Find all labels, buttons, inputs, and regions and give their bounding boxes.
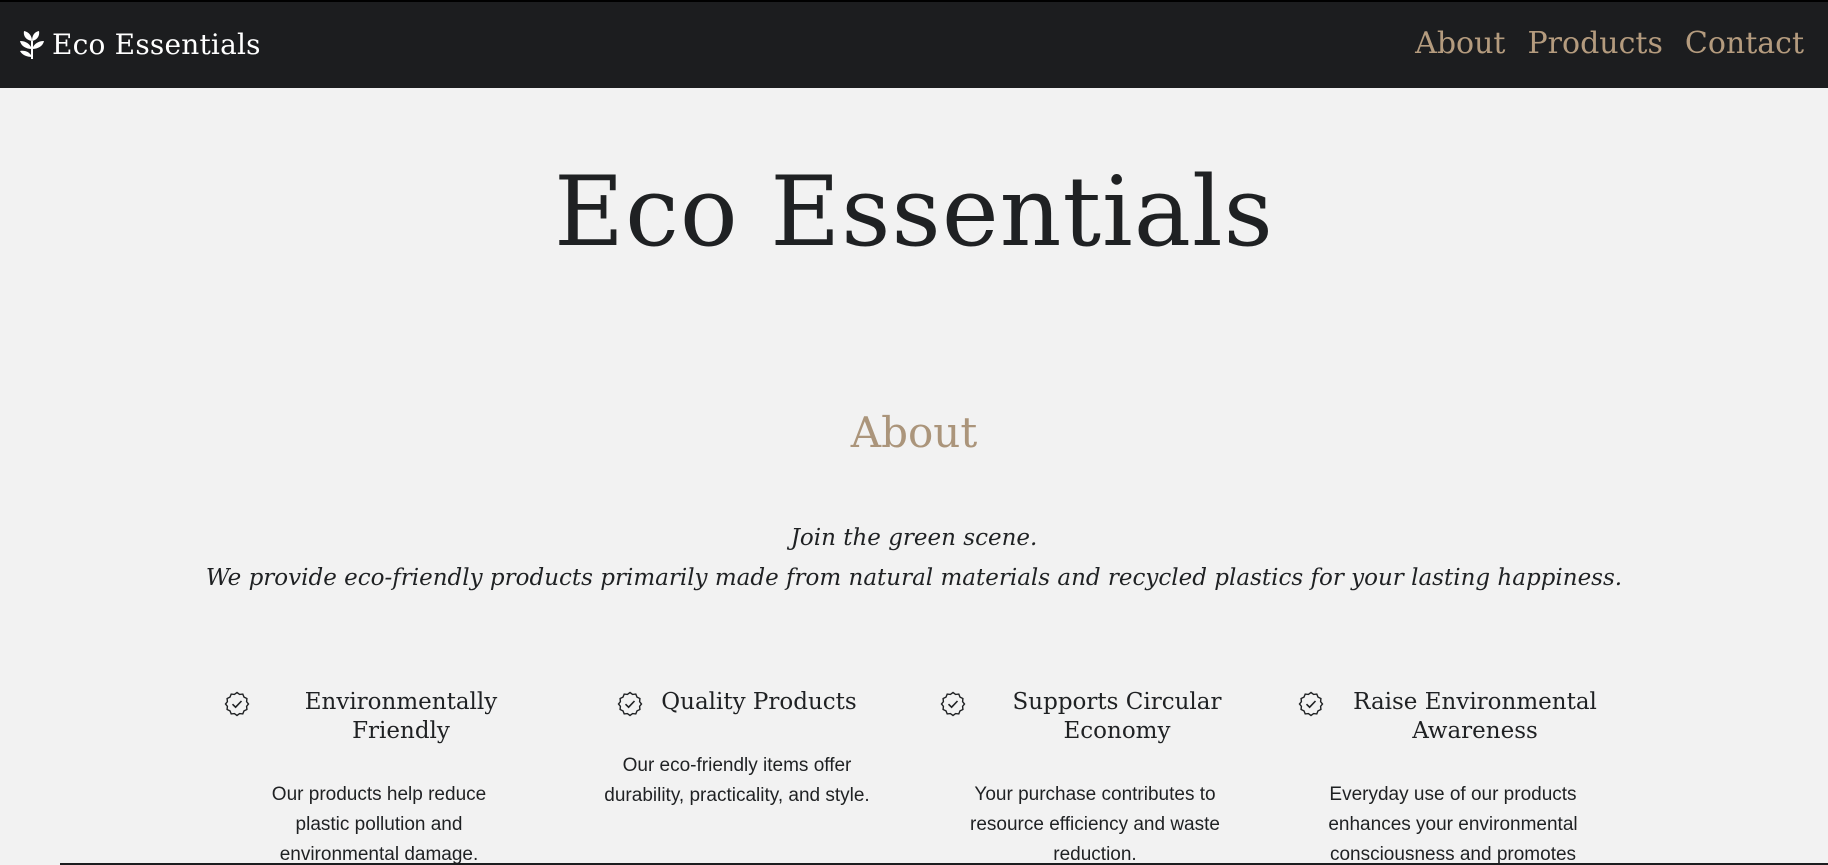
feature-header: Quality Products — [582, 688, 892, 717]
nav-contact-link[interactable]: Contact — [1685, 26, 1804, 61]
feature-description: Everyday use of our products enhances yo… — [1328, 784, 1578, 865]
check-badge-icon — [940, 691, 966, 717]
feature-card-quality-products: Quality Products Our eco-friendly items … — [582, 688, 892, 811]
check-badge-icon — [617, 691, 643, 717]
feature-title: Environmentally Friendly — [304, 689, 498, 744]
feature-card-circular-economy: Supports Circular Economy Your purchase … — [940, 688, 1250, 865]
about-heading: About — [850, 408, 978, 457]
feature-description: Our products help reduce plastic polluti… — [271, 784, 487, 865]
main-nav: About Products Contact — [1415, 26, 1804, 61]
tagline-line-2: We provide eco-friendly products primari… — [205, 565, 1623, 591]
feature-title: Quality Products — [661, 689, 857, 715]
feature-title: Supports Circular Economy — [1012, 689, 1222, 744]
check-badge-icon — [1298, 691, 1324, 717]
nav-products-link[interactable]: Products — [1527, 26, 1662, 61]
nav-about-link[interactable]: About — [1415, 26, 1505, 61]
leaf-icon — [20, 30, 44, 59]
hero-title: Eco Essentials — [554, 156, 1274, 268]
about-tagline: Join the green scene. We provide eco-fri… — [0, 518, 1828, 598]
feature-header: Raise Environmental Awareness — [1298, 688, 1608, 746]
brand-name: Eco Essentials — [52, 28, 261, 61]
feature-description: Your purchase contributes to resource ef… — [970, 784, 1220, 865]
feature-description: Our eco-friendly items offer durability,… — [604, 755, 870, 806]
top-navbar: Eco Essentials About Products Contact — [0, 0, 1828, 88]
check-badge-icon — [224, 691, 250, 717]
feature-header: Environmentally Friendly — [224, 688, 534, 746]
feature-card-environmental-awareness: Raise Environmental Awareness Everyday u… — [1298, 688, 1608, 865]
brand-logo-link[interactable]: Eco Essentials — [18, 28, 261, 61]
feature-card-environmentally-friendly: Environmentally Friendly Our products he… — [224, 688, 534, 865]
tagline-line-1: Join the green scene. — [790, 525, 1038, 551]
feature-title: Raise Environmental Awareness — [1353, 689, 1597, 744]
feature-header: Supports Circular Economy — [940, 688, 1250, 746]
